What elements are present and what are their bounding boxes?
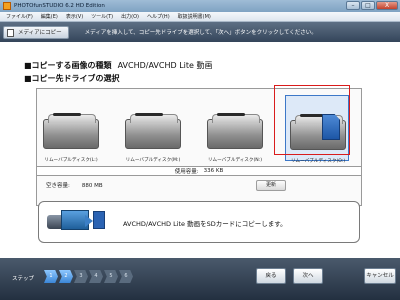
- back-button[interactable]: 戻る: [256, 268, 286, 284]
- free-capacity-value: 880 MB: [81, 183, 103, 189]
- selection-highlight: [274, 85, 350, 155]
- free-capacity-row: 空き容量: 880 MB: [46, 181, 103, 189]
- menu-file[interactable]: ファイル(F): [6, 13, 33, 20]
- drive-n[interactable]: リムーバブルディスク(N:): [203, 95, 267, 163]
- menu-output[interactable]: 出力(O): [121, 13, 139, 20]
- title-bar: PHOTOfunSTUDIO 6.2 HD Edition – □ X: [0, 0, 400, 12]
- minimize-button[interactable]: –: [346, 1, 360, 10]
- menu-view[interactable]: 表示(V): [66, 13, 83, 20]
- step-1: 1: [44, 270, 58, 283]
- disk-slot: [217, 113, 245, 116]
- update-button[interactable]: 更新: [256, 180, 286, 191]
- step-5: 5: [104, 270, 118, 283]
- menu-bar: ファイル(F) 編集(E) 表示(V) ツール(T) 出力(O) ヘルプ(H) …: [0, 12, 400, 22]
- main-content: ■コピーする画像の種類 AVCHD/AVCHD Lite 動画 ■コピー先ドライブ…: [0, 42, 400, 258]
- drive-label: リムーバブルディスク(N:): [207, 158, 263, 163]
- window-title: PHOTOfunSTUDIO 6.2 HD Edition: [14, 3, 105, 9]
- copy-type-heading: ■コピーする画像の種類 AVCHD/AVCHD Lite 動画: [24, 60, 212, 71]
- step-3: 3: [74, 270, 88, 283]
- drive-l[interactable]: リムーバブルディスク(L:): [39, 95, 103, 163]
- app-icon: [3, 2, 11, 10]
- step-badge-label: メディアにコピー: [18, 30, 62, 36]
- document-icon: [7, 28, 14, 37]
- info-bar: メディアにコピー メディアを挿入して、コピー先ドライブを選択して、「次へ」ボタン…: [0, 22, 400, 42]
- step-4: 4: [89, 270, 103, 283]
- arrow-right-icon: [85, 215, 93, 227]
- step-label: ステップ: [12, 276, 35, 282]
- step-badge: メディアにコピー: [3, 25, 69, 39]
- cancel-button[interactable]: キャンセル: [364, 268, 396, 284]
- removable-disk-icon: [125, 114, 181, 149]
- disk-slot: [135, 113, 163, 116]
- used-capacity-row: 使用容量: 336 KB: [36, 166, 362, 176]
- drive-label: リムーバブルディスク(M:): [125, 158, 181, 163]
- message-box: AVCHD/AVCHD Lite 動画をSDカードにコピーします。: [38, 201, 360, 243]
- menu-manual[interactable]: 取扱説明書(M): [178, 13, 211, 20]
- free-capacity-label: 空き容量:: [46, 183, 70, 189]
- bottom-bar: ステップ 1 2 3 4 5 6 戻る 次へ キャンセル: [0, 258, 400, 300]
- step-indicator: 1 2 3 4 5 6: [44, 270, 133, 283]
- next-button[interactable]: 次へ: [293, 268, 323, 284]
- menu-edit[interactable]: 編集(E): [41, 13, 58, 20]
- instruction-text: メディアを挿入して、コピー先ドライブを選択して、「次へ」ボタンをクリックしてくだ…: [84, 30, 317, 36]
- step-6: 6: [119, 270, 133, 283]
- drive-label: リムーバブルディスク(O:): [290, 159, 346, 164]
- removable-disk-icon: [207, 114, 263, 149]
- used-capacity-label: 使用容量:: [174, 169, 199, 175]
- menu-help[interactable]: ヘルプ(H): [147, 13, 170, 20]
- drive-label: リムーバブルディスク(L:): [44, 158, 98, 163]
- menu-tools[interactable]: ツール(T): [91, 13, 113, 20]
- window-controls: – □ X: [346, 1, 398, 10]
- drive-select-heading: ■コピー先ドライブの選択: [24, 74, 120, 83]
- close-button[interactable]: X: [376, 1, 398, 10]
- removable-disk-icon: [43, 114, 99, 149]
- step-2: 2: [59, 270, 73, 283]
- copy-type-label: ■コピーする画像の種類: [24, 61, 112, 70]
- disk-slot: [53, 113, 81, 116]
- copy-to-sd-icon: [47, 207, 105, 237]
- maximize-button[interactable]: □: [361, 1, 375, 10]
- drive-m[interactable]: リムーバブルディスク(M:): [121, 95, 185, 163]
- used-capacity-value: 336 KB: [203, 168, 224, 174]
- sd-card-icon: [93, 211, 105, 229]
- message-text: AVCHD/AVCHD Lite 動画をSDカードにコピーします。: [123, 220, 287, 228]
- copy-type-value: AVCHD/AVCHD Lite 動画: [117, 61, 213, 70]
